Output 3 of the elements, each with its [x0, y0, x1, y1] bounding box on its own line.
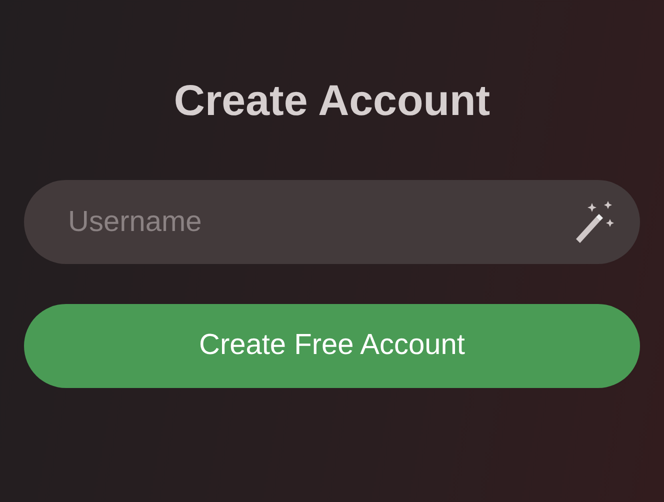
username-field[interactable]: Username	[24, 180, 640, 264]
create-account-button[interactable]: Create Free Account	[24, 304, 640, 388]
page-title: Create Account	[172, 76, 492, 126]
